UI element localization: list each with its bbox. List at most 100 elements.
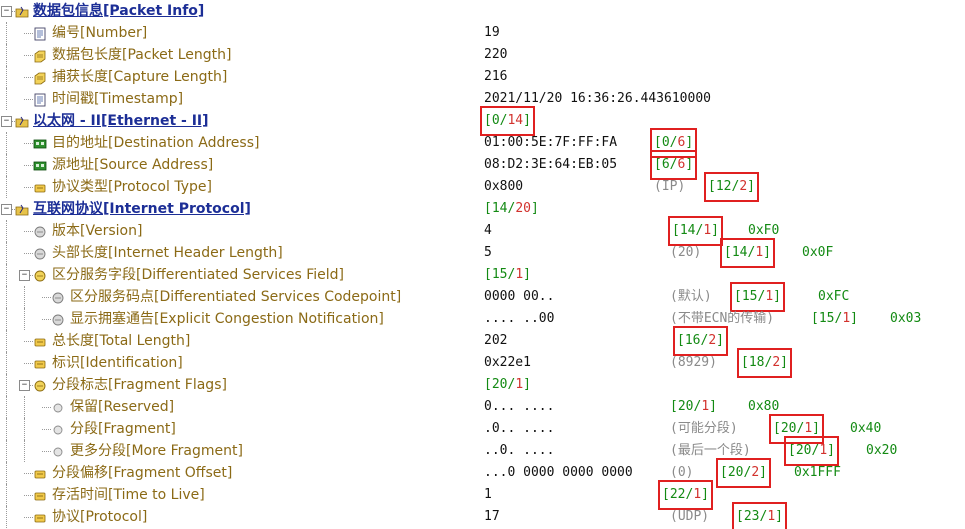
- tree-guide-line: [6, 264, 7, 286]
- small-circle-icon: [51, 444, 65, 458]
- network-card-icon: [33, 158, 47, 172]
- byte-range: [20/2]: [716, 458, 771, 488]
- range-bracket-open: [: [708, 179, 716, 194]
- range-length: 1: [804, 421, 813, 436]
- small-circle-icon: [51, 422, 65, 436]
- tree-field-row[interactable]: 区分服务码点[Differentiated Services Codepoint…: [0, 282, 965, 312]
- key-icon: [33, 180, 47, 194]
- collapse-toggle[interactable]: −: [1, 116, 12, 127]
- key-icon: [33, 334, 47, 348]
- range-bracket-open: [: [670, 399, 678, 414]
- collapse-toggle[interactable]: −: [1, 6, 12, 17]
- tree-field-row[interactable]: 保留[Reserved] 0... .... [20/1] 0x80: [0, 396, 965, 418]
- range-bracket-open: [: [654, 135, 662, 150]
- tree-section-row[interactable]: − 以太网 - II[Ethernet - II] [0/14]: [0, 106, 965, 136]
- collapse-toggle[interactable]: −: [19, 380, 30, 391]
- range-bracket-close: ]: [716, 333, 724, 348]
- tree-field-row[interactable]: 编号[Number] 19: [0, 22, 965, 44]
- key-icon: [33, 356, 47, 370]
- tree-section-row[interactable]: − 数据包信息[Packet Info]: [0, 0, 965, 22]
- range-bracket-open: [: [734, 289, 742, 304]
- tree-guide-line: [6, 242, 7, 264]
- tree-branch-line: [24, 253, 33, 254]
- tree-field-row[interactable]: 显示拥塞通告[Explicit Congestion Notification]…: [0, 308, 965, 330]
- circle-icon: [51, 290, 65, 304]
- tree-branch-line: [24, 165, 33, 166]
- tree-field-row[interactable]: 数据包长度[Packet Length] 220: [0, 44, 965, 66]
- range-bracket-close: ]: [701, 487, 709, 502]
- tree-guide-line: [6, 330, 7, 352]
- tree-guide-line: [24, 418, 25, 440]
- field-value: 220: [484, 47, 508, 62]
- tree-field-row[interactable]: 协议类型[Protocol Type] 0x800 (IP) [12/2]: [0, 172, 965, 202]
- range-length: 1: [765, 289, 774, 304]
- byte-range: [0/6]: [649, 128, 698, 158]
- tree-branch-line: [24, 363, 33, 364]
- bit-mask: 0xF0: [748, 223, 780, 238]
- byte-range: [20/1]: [784, 436, 839, 466]
- tree-guide-line: [6, 88, 7, 110]
- field-label: 区分服务字段[Differentiated Services Field]: [52, 267, 344, 283]
- tree-field-row[interactable]: 时间戳[Timestamp] 2021/11/20 16:36:26.443610…: [0, 88, 965, 110]
- tag-icon: [33, 70, 47, 85]
- tree-field-row[interactable]: − 区分服务字段[Differentiated Services Field] [1…: [0, 264, 965, 286]
- tree-field-row[interactable]: 捕获长度[Capture Length] 216: [0, 66, 965, 88]
- range-start: 23: [743, 509, 760, 524]
- range-length: 1: [693, 487, 702, 502]
- tree-field-row[interactable]: 版本[Version] 4 [14/1] 0xF0: [0, 216, 965, 246]
- field-annotation: (20): [670, 245, 702, 260]
- range-length: 2: [751, 465, 760, 480]
- tree-field-row[interactable]: 目的地址[Destination Address] 01:00:5E:7F:FF:…: [0, 128, 965, 158]
- tree-branch-line: [24, 231, 33, 232]
- tree-field-row[interactable]: 标识[Identification] 0x22e1 (8929) [18/2]: [0, 348, 965, 378]
- tree-guide-line: [6, 220, 7, 242]
- byte-range: [6/6]: [649, 150, 698, 180]
- range-bracket-open: [: [662, 487, 670, 502]
- field-label: 分段[Fragment]: [70, 421, 176, 437]
- range-bracket-close: ]: [530, 201, 539, 216]
- field-label: 版本[Version]: [52, 223, 143, 239]
- tree-field-row[interactable]: 分段偏移[Fragment Offset] ...0 0000 0000 0000…: [0, 458, 965, 488]
- tree-branch-line: [24, 341, 33, 342]
- byte-range: [20/1]: [670, 396, 717, 418]
- tree-field-row[interactable]: 分段[Fragment] .0.. .... (可能分段) [20/1] 0x40: [0, 414, 965, 444]
- circle-icon: [51, 312, 65, 326]
- tree-field-row[interactable]: − 分段标志[Fragment Flags] [20/1]: [0, 374, 965, 396]
- tree-field-row[interactable]: 源地址[Source Address] 08:D2:3E:64:EB:05 [6/6…: [0, 150, 965, 180]
- range-start: 15: [818, 311, 835, 326]
- key-icon: [33, 488, 47, 502]
- collapse-toggle[interactable]: −: [1, 204, 12, 215]
- field-value: 202: [484, 333, 508, 348]
- byte-range: [15/1]: [484, 264, 531, 286]
- tree-field-row[interactable]: 总长度[Total Length] 202 [16/2]: [0, 326, 965, 356]
- range-start: 20: [677, 399, 694, 414]
- field-label: 更多分段[More Fragment]: [70, 443, 243, 459]
- tree-guide-line: [6, 352, 7, 374]
- tree-guide-line: [6, 418, 7, 440]
- range-bracket-close: ]: [747, 179, 755, 194]
- range-bracket-close: ]: [523, 113, 531, 128]
- range-start: 20: [727, 465, 744, 480]
- document-icon: [33, 92, 47, 107]
- range-start: 14: [731, 245, 748, 260]
- field-annotation: (不带ECN的传输): [670, 311, 775, 326]
- field-label: 编号[Number]: [52, 25, 148, 41]
- range-start: 0: [661, 135, 670, 150]
- collapse-toggle[interactable]: −: [19, 270, 30, 281]
- tree-section-row[interactable]: − 互联网协议[Internet Protocol] [14/20]: [0, 198, 965, 220]
- tree-branch-line: [24, 187, 33, 188]
- tree-guide-line: [6, 44, 7, 66]
- range-bracket-open: [: [811, 311, 819, 326]
- tree-field-row[interactable]: 存活时间[Time to Live] 1 [22/1]: [0, 480, 965, 510]
- range-bracket-close: ]: [850, 311, 858, 326]
- document-icon: [33, 26, 47, 41]
- byte-range: [15/1]: [811, 308, 858, 330]
- tree-guide-line: [24, 396, 25, 418]
- tree-field-row[interactable]: 头部长度[Internet Header Length] 5 (20) [14/1] 0…: [0, 238, 965, 268]
- range-bracket-close: ]: [709, 399, 717, 414]
- tree-field-row[interactable]: 更多分段[More Fragment] ..0. .... (最后一个段) [20/1…: [0, 436, 965, 466]
- range-start: 15: [491, 267, 508, 282]
- range-length: 1: [515, 267, 524, 282]
- tree-branch-line: [24, 517, 33, 518]
- tree-guide-line: [6, 374, 7, 396]
